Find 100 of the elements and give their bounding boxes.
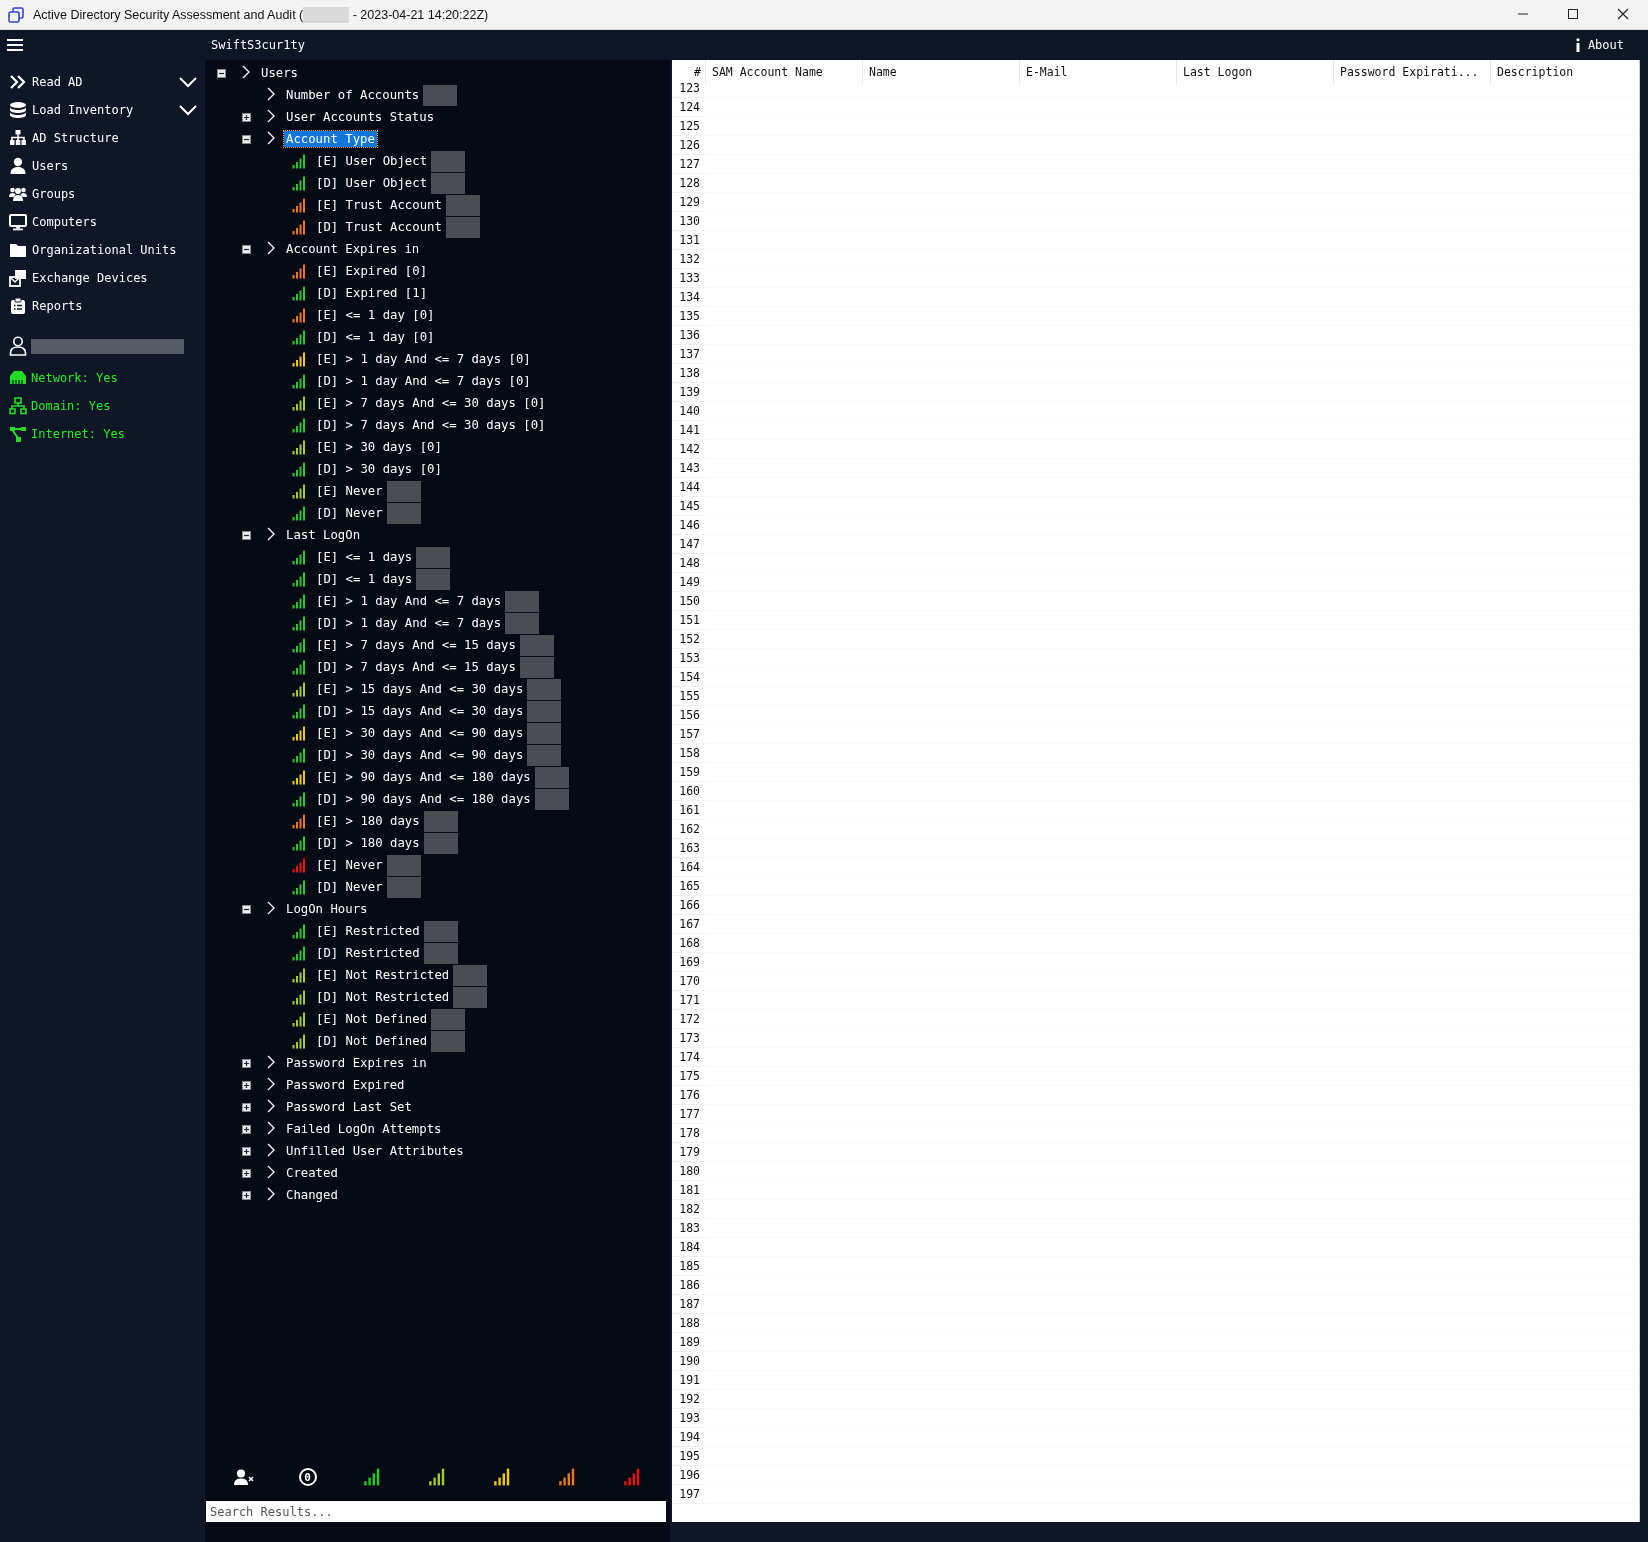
tree-item[interactable]: [E] > 7 days And <= 30 days [0] [314, 395, 548, 411]
tree-item[interactable]: [E] Trust Account [314, 197, 444, 213]
tree-item[interactable]: [D] User Object [314, 175, 430, 191]
chevron-right-icon [242, 64, 250, 79]
tree-item[interactable]: Password Last Set [284, 1099, 414, 1115]
row-number: 134 [672, 288, 706, 307]
tree-item[interactable]: [D] Not Restricted [314, 989, 452, 1005]
nav-item[interactable]: Read AD [0, 68, 205, 96]
tree-item[interactable]: Changed [284, 1187, 340, 1203]
expand-box-icon[interactable] [242, 1080, 251, 1090]
tree-item[interactable]: [D] Trust Account [314, 219, 444, 235]
menu-icon[interactable] [7, 38, 23, 52]
search-field[interactable]: Search Results... [206, 1501, 666, 1522]
nav-item[interactable]: AD Structure [0, 124, 205, 152]
tree-item[interactable]: [D] > 7 days And <= 30 days [0] [314, 417, 548, 433]
tree-item[interactable]: Failed LogOn Attempts [284, 1121, 444, 1137]
tree-item[interactable]: [E] > 30 days And <= 90 days [314, 725, 526, 741]
nav-item[interactable]: Load Inventory [0, 96, 205, 124]
nav-item[interactable]: Users [0, 152, 205, 180]
tree-item[interactable]: Number of Accounts [284, 87, 422, 103]
tree-item[interactable]: [D] Expired [1] [314, 285, 430, 301]
row-number: 195 [672, 1447, 706, 1466]
tree-item[interactable]: Users [259, 65, 301, 81]
nav-item[interactable]: Groups [0, 180, 205, 208]
collapse-box-icon[interactable] [242, 134, 251, 144]
tree-item[interactable]: [D] Not Defined [314, 1033, 430, 1049]
signal-filter-icon[interactable] [491, 1468, 512, 1486]
row-number: 142 [672, 440, 706, 459]
nav-item[interactable]: Computers [0, 208, 205, 236]
signal-filter-icon[interactable] [361, 1468, 382, 1486]
tree-item[interactable]: [D] > 1 day And <= 7 days [314, 615, 504, 631]
user-remove-icon[interactable] [233, 1469, 254, 1485]
tree-item[interactable]: [E] Never [314, 857, 385, 873]
close-icon[interactable] [1617, 7, 1629, 20]
tree-item[interactable]: [D] > 7 days And <= 15 days [314, 659, 518, 675]
tree-item[interactable]: [D] <= 1 days [314, 571, 415, 587]
collapse-box-icon[interactable] [242, 904, 251, 914]
tree-item[interactable]: [E] > 90 days And <= 180 days [314, 769, 533, 785]
monitor-icon [9, 213, 27, 231]
tree-item[interactable]: [E] User Object [314, 153, 430, 169]
tree-item[interactable]: [E] Restricted [314, 923, 422, 939]
expand-box-icon[interactable] [242, 1168, 251, 1178]
signal-filter-icon[interactable] [556, 1468, 577, 1486]
tree-item[interactable]: [E] <= 1 day [0] [314, 307, 437, 323]
tree-item[interactable]: LogOn Hours [284, 901, 370, 917]
tree-item[interactable]: Last LogOn [284, 527, 363, 543]
tree-item[interactable]: [E] > 1 day And <= 7 days [0] [314, 351, 533, 367]
window-title: Active Directory Security Assessment and Audit ( [33, 7, 304, 22]
tree-item[interactable]: [D] Restricted [314, 945, 422, 961]
about-button[interactable]: About [1574, 38, 1624, 52]
row-number: 157 [672, 725, 706, 744]
tree-item[interactable]: [D] > 1 day And <= 7 days [0] [314, 373, 533, 389]
tree-item[interactable]: Account Expires in [284, 241, 422, 257]
nav-item[interactable]: Organizational Units [0, 236, 205, 264]
zero-filter-icon[interactable]: 0 [298, 1468, 317, 1486]
tree-item[interactable]: [E] Expired [0] [314, 263, 430, 279]
devices-icon [9, 269, 27, 287]
tree-item[interactable]: Account Type [284, 131, 377, 147]
tree-item[interactable]: [D] <= 1 day [0] [314, 329, 437, 345]
expand-box-icon[interactable] [242, 1190, 251, 1200]
collapse-box-icon[interactable] [242, 244, 251, 254]
row-number: 152 [672, 630, 706, 649]
tree-item[interactable]: Created [284, 1165, 340, 1181]
chevron-right-icon [267, 130, 275, 145]
maximize-icon[interactable] [1567, 7, 1579, 20]
signal-filter-icon[interactable] [426, 1468, 447, 1486]
row-number: 196 [672, 1466, 706, 1485]
tree-item[interactable]: [D] > 15 days And <= 30 days [314, 703, 526, 719]
tree-item[interactable]: [E] > 7 days And <= 15 days [314, 637, 518, 653]
nav-item[interactable]: Reports [0, 292, 205, 320]
nav-item[interactable]: Exchange Devices [0, 264, 205, 292]
window-title: - 2023-04-21 14:20:22Z) [351, 7, 489, 22]
collapse-box-icon[interactable] [217, 68, 226, 78]
tree-item[interactable]: Unfilled User Attributes [284, 1143, 466, 1159]
collapse-box-icon[interactable] [242, 530, 251, 540]
chevron-right-icon [267, 1142, 275, 1157]
tree-item[interactable]: Password Expires in [284, 1055, 429, 1071]
tree-item[interactable]: [D] > 90 days And <= 180 days [314, 791, 533, 807]
tree-item[interactable]: [E] > 1 day And <= 7 days [314, 593, 504, 609]
tree-item[interactable]: [D] > 30 days [0] [314, 461, 444, 477]
tree-item[interactable]: [D] Never [314, 505, 385, 521]
expand-box-icon[interactable] [242, 1146, 251, 1156]
expand-box-icon[interactable] [242, 1124, 251, 1134]
expand-box-icon[interactable] [242, 112, 251, 122]
tree-item[interactable]: [E] Not Defined [314, 1011, 430, 1027]
tree-item[interactable]: [E] Never [314, 483, 385, 499]
tree-item[interactable]: [E] > 180 days [314, 813, 422, 829]
tree-item[interactable]: [E] <= 1 days [314, 549, 415, 565]
tree-item[interactable]: [D] > 30 days And <= 90 days [314, 747, 526, 763]
tree-item[interactable]: Password Expired [284, 1077, 407, 1093]
tree-item[interactable]: [E] > 30 days [0] [314, 439, 444, 455]
row-number: 144 [672, 478, 706, 497]
tree-item[interactable]: [E] > 15 days And <= 30 days [314, 681, 526, 697]
tree-item[interactable]: [D] > 180 days [314, 835, 422, 851]
tree-item[interactable]: [E] Not Restricted [314, 967, 452, 983]
tree-item[interactable]: [D] Never [314, 879, 385, 895]
hierarchy-icon [9, 129, 27, 147]
expand-box-icon[interactable] [242, 1058, 251, 1068]
expand-box-icon[interactable] [242, 1102, 251, 1112]
tree-item[interactable]: User Accounts Status [284, 109, 437, 125]
